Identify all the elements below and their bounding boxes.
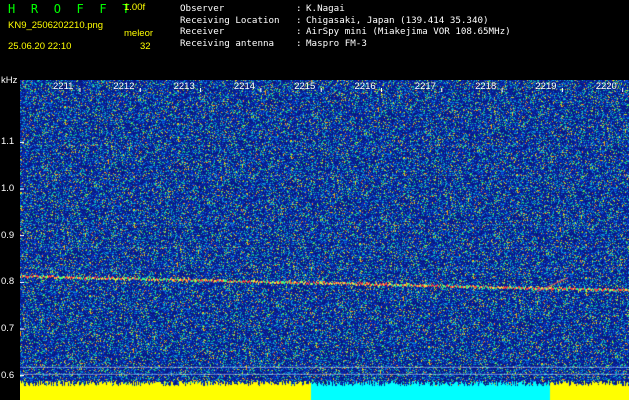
info-value: Chigasaki, Japan (139.414 35.340) [306, 14, 489, 26]
time-tick-label: 2215 [294, 81, 316, 92]
time-tick-label: 2214 [233, 81, 256, 92]
time-tick-label: 2212 [113, 81, 135, 92]
freq-tick-label: 0.9 [1, 229, 15, 241]
frequency-axis: 1.1 1.0 0.9 0.8 0.7 0.6 [0, 80, 20, 400]
time-tick-label: 2213 [173, 81, 195, 92]
info-value: Maspro FM-3 [306, 37, 367, 49]
meteor-count: 32 [140, 41, 151, 52]
app-version: 1.00f [124, 2, 146, 13]
meteor-label: meleor [124, 28, 154, 39]
file-name: KN9_2506202210.png [8, 20, 104, 31]
header-panel: H R O F F T 1.00f KN9_2506202210.png mel… [0, 0, 629, 75]
spectrogram-overlay [20, 88, 629, 377]
info-key: Receiving Location [180, 14, 280, 26]
time-tick-label: 2217 [414, 81, 436, 92]
info-key: Observer [180, 3, 225, 14]
freq-tick-label: 0.6 [1, 369, 15, 381]
info-value: K.Nagai [306, 3, 345, 14]
time-tick-label: 2211 [53, 81, 74, 92]
time-tick-label: 2220 [595, 81, 617, 92]
time-tick-label: 2218 [475, 81, 497, 92]
info-key: Receiver [180, 26, 225, 37]
freq-tick-label: 0.8 [1, 276, 15, 288]
capture-datetime: 25.06.20 22:10 [8, 41, 72, 52]
time-tick-label: 2219 [535, 81, 557, 92]
info-value: AirSpy mini (Miakejima VOR 108.65MHz) [306, 26, 511, 37]
info-separator: : [296, 3, 302, 14]
info-separator: : [296, 14, 302, 26]
app-brand: H R O F F T [8, 2, 134, 16]
freq-tick-label: 1.1 [1, 136, 15, 148]
time-tick-label: 2216 [354, 81, 376, 92]
freq-tick-label: 1.0 [1, 183, 15, 194]
info-separator: : [296, 37, 302, 49]
info-separator: : [296, 26, 302, 37]
freq-tick-label: 0.7 [1, 323, 15, 334]
info-key: Receiving antenna [180, 37, 275, 49]
